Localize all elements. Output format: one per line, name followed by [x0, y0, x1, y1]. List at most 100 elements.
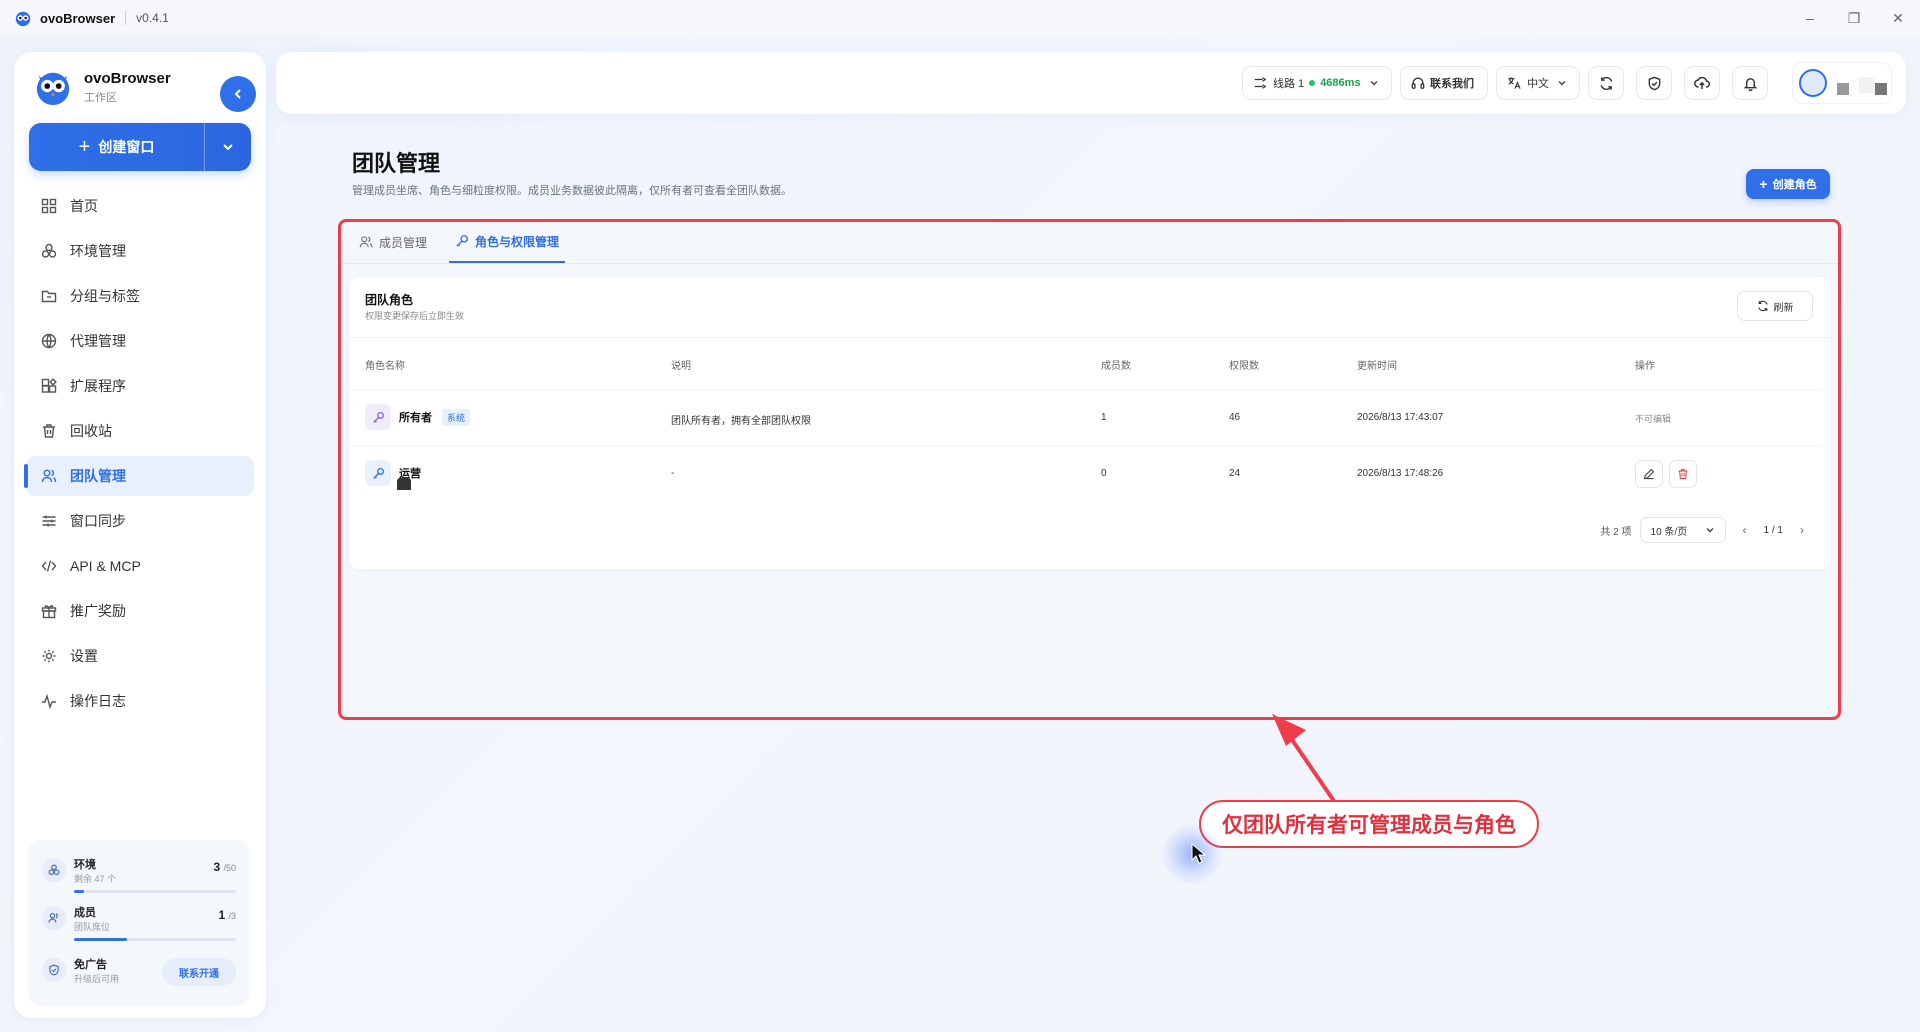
member-quota-sub: 团队席位	[74, 922, 111, 932]
sidebar-item-team[interactable]: 团队管理	[24, 456, 254, 496]
chevron-down-icon	[1558, 81, 1566, 86]
member-used: 1	[218, 908, 226, 922]
member-quota-fill	[74, 938, 128, 941]
contact-open-button[interactable]: 联系开通	[162, 958, 236, 986]
sidebar-item-extensions[interactable]: 扩展程序	[26, 366, 254, 406]
sidebar-item-label: API & MCP	[70, 558, 141, 574]
sidebar-item-referral[interactable]: 推广奖励	[26, 591, 254, 631]
sidebar-item-groups[interactable]: 分组与标签	[26, 276, 254, 316]
env-quota: 环境 剩余 47 个 3 /50	[42, 852, 236, 898]
collapse-sidebar-button[interactable]	[220, 76, 256, 112]
plus-icon: +	[78, 135, 91, 158]
owl-logo-icon	[36, 72, 70, 106]
member-quota-label: 成员	[74, 907, 96, 919]
code-icon	[40, 557, 58, 575]
create-role-label: 创建角色	[1772, 179, 1817, 191]
sidebar-nav: 首页 环境管理 分组与标签 代理管理 扩展程序 回收站 团队管理 窗口同步 AP…	[24, 186, 254, 726]
annotation-arrow-icon	[1272, 714, 1338, 806]
user-menu[interactable]	[1792, 62, 1892, 104]
chevron-down-icon	[1370, 81, 1378, 86]
plus-icon: +	[1759, 176, 1768, 192]
env-total: /50	[223, 863, 236, 873]
sidebar-item-window-sync[interactable]: 窗口同步	[26, 501, 254, 541]
env-quota-bar	[74, 890, 236, 893]
restore-button[interactable]: ❐	[1832, 0, 1876, 36]
sidebar-item-home[interactable]: 首页	[26, 186, 254, 226]
redacted-block	[1837, 83, 1849, 95]
gear-icon	[40, 647, 58, 665]
sidebar-item-recycle-bin[interactable]: 回收站	[26, 411, 254, 451]
env-quota-value: 3 /50	[213, 860, 236, 874]
create-window-label: 创建窗口	[98, 139, 155, 155]
create-window-button[interactable]: + 创建窗口	[29, 136, 204, 159]
trash-icon	[40, 422, 58, 440]
sidebar-item-settings[interactable]: 设置	[26, 636, 254, 676]
quota-panel: 环境 剩余 47 个 3 /50 成员 团队席位 1 /3 免广告 升级后可用 …	[28, 840, 250, 1006]
sidebar: ovoBrowser 工作区 + 创建窗口 首页 环境管理 分组与标签 代理管理…	[14, 52, 266, 1018]
chevron-down-icon	[223, 144, 233, 151]
cubes-icon	[40, 242, 58, 260]
notifications-button[interactable]	[1732, 66, 1768, 100]
puzzle-icon	[40, 377, 58, 395]
brand-name: ovoBrowser	[84, 69, 171, 87]
activity-icon	[40, 692, 58, 710]
cloud-upload-button[interactable]	[1684, 66, 1720, 100]
shield-check-icon	[1648, 76, 1660, 90]
folder-tag-icon	[40, 287, 58, 305]
page-title: 团队管理	[352, 151, 441, 176]
highlight-box	[338, 219, 1841, 720]
sliders-icon	[40, 512, 58, 530]
contact-us-button[interactable]: 联系我们	[1400, 66, 1488, 100]
gift-icon	[40, 602, 58, 620]
translate-icon	[1508, 77, 1521, 89]
line-selector[interactable]: 线路 1 4686ms	[1242, 66, 1392, 100]
headset-icon	[1411, 77, 1425, 89]
sidebar-item-proxies[interactable]: 代理管理	[26, 321, 254, 361]
member-quota-value: 1 /3	[218, 908, 236, 922]
grid-icon	[40, 197, 58, 215]
create-window-dropdown-button[interactable]	[205, 140, 251, 154]
language-label: 中文	[1527, 78, 1549, 90]
shield-icon	[42, 958, 66, 982]
users-icon	[40, 467, 58, 485]
globe-icon	[40, 332, 58, 350]
sidebar-item-logs[interactable]: 操作日志	[26, 681, 254, 721]
annotation-callout: 仅团队所有者可管理成员与角色	[1199, 800, 1539, 848]
sidebar-item-label: 回收站	[70, 423, 112, 439]
title-separator	[125, 11, 127, 25]
security-button[interactable]	[1636, 66, 1672, 100]
language-selector[interactable]: 中文	[1496, 66, 1580, 100]
avatar	[1799, 69, 1827, 97]
env-quota-remaining: 剩余 47 个	[74, 874, 117, 884]
sidebar-item-label: 环境管理	[70, 243, 126, 259]
redacted-block	[1875, 83, 1887, 95]
bell-icon	[1743, 77, 1757, 91]
close-window-button[interactable]: ✕	[1876, 0, 1920, 36]
contact-us-label: 联系我们	[1430, 78, 1474, 90]
minimize-button[interactable]: –	[1788, 0, 1832, 36]
status-dot	[1309, 80, 1316, 86]
no-ads-label: 免广告	[74, 959, 107, 971]
window-controls: – ❐ ✕	[1788, 0, 1920, 36]
create-window-button-group: + 创建窗口	[29, 123, 251, 171]
title-bar: ovoBrowser v0.4.1 – ❐ ✕	[0, 0, 1920, 36]
sidebar-item-label: 团队管理	[70, 468, 126, 484]
cloud-upload-icon	[1694, 76, 1710, 89]
create-role-button[interactable]: + 创建角色	[1746, 169, 1830, 199]
top-bar: 线路 1 4686ms 联系我们 中文	[276, 52, 1906, 114]
sidebar-item-environments[interactable]: 环境管理	[26, 231, 254, 271]
sidebar-item-label: 首页	[70, 198, 98, 214]
page-description: 管理成员坐席、角色与细粒度权限。成员业务数据彼此隔离，仅所有者可查看全团队数据。	[352, 185, 792, 197]
sync-button[interactable]	[1588, 66, 1624, 100]
env-quota-label: 环境	[74, 859, 96, 871]
env-quota-fill	[74, 890, 84, 893]
sidebar-item-label: 操作日志	[70, 693, 126, 709]
refresh-icon	[1600, 76, 1612, 90]
sidebar-item-label: 窗口同步	[70, 513, 126, 529]
member-quota: 成员 团队席位 1 /3	[42, 900, 236, 946]
cubes-icon	[42, 858, 66, 882]
sidebar-item-api-mcp[interactable]: API & MCP	[26, 546, 254, 586]
sidebar-item-label: 推广奖励	[70, 603, 126, 619]
sidebar-item-label: 代理管理	[70, 333, 126, 349]
sidebar-item-label: 分组与标签	[70, 288, 140, 304]
